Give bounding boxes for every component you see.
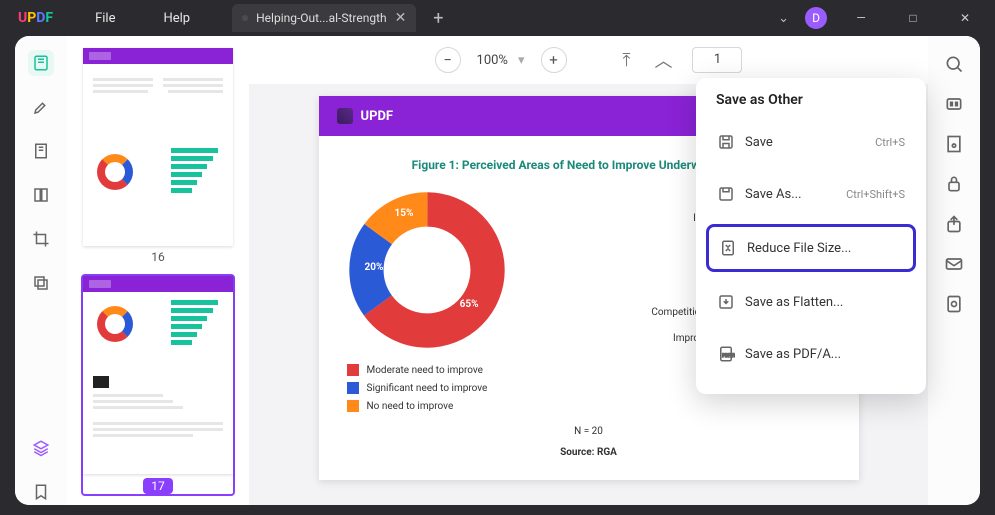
thumbnail-16[interactable]: 16	[81, 46, 235, 266]
print-icon[interactable]	[944, 294, 964, 314]
chevron-down-icon[interactable]: ⌄	[778, 11, 789, 26]
tab-close-icon[interactable]: ✕	[395, 10, 407, 26]
page-number-input[interactable]: 1	[692, 47, 742, 73]
edit-tool[interactable]	[28, 138, 54, 164]
document-tab[interactable]: Helping-Out...al-Strength ✕	[232, 4, 416, 32]
left-toolbar	[15, 36, 67, 505]
menu-file[interactable]: File	[71, 11, 139, 26]
save-as-other-panel: Save as Other SaveCtrl+S Save As...Ctrl+…	[696, 78, 926, 394]
view-toolbar: − 100%▾ + ⤒ ︿ 1	[249, 36, 928, 84]
save-as-icon	[717, 185, 735, 203]
panel-title: Save as Other	[706, 92, 916, 120]
titlebar: UPDF File Help Helping-Out...al-Strength…	[0, 0, 995, 36]
protect-icon[interactable]	[944, 174, 964, 194]
svg-text:PDF/A: PDF/A	[722, 353, 735, 359]
search-icon[interactable]	[944, 54, 964, 74]
tab-dot-icon	[242, 15, 248, 21]
compress-icon	[719, 239, 737, 257]
form-icon[interactable]	[944, 134, 964, 154]
highlight-tool[interactable]	[28, 94, 54, 120]
zoom-out-button[interactable]: −	[435, 47, 461, 73]
window-minimize-button[interactable]: —	[843, 11, 879, 25]
donut-label: 20%	[365, 262, 384, 273]
ocr-icon[interactable]	[944, 94, 964, 114]
zoom-level[interactable]: 100%▾	[477, 53, 525, 68]
save-button[interactable]: SaveCtrl+S	[706, 120, 916, 164]
thumbnail-panel: 16 17	[67, 36, 249, 505]
window-maximize-button[interactable]: □	[895, 11, 931, 25]
pdfa-icon: PDF/A	[717, 345, 735, 363]
save-as-pdfa-button[interactable]: PDF/A Save as PDF/A...	[706, 332, 916, 376]
avatar[interactable]: D	[805, 7, 827, 29]
workspace: 16 17 − 100%▾ + ⤒ ︿ 1	[15, 36, 980, 505]
tab-add-button[interactable]: +	[424, 4, 452, 32]
first-page-button[interactable]: ⤒	[619, 50, 635, 71]
share-icon[interactable]	[944, 214, 964, 234]
save-as-flatten-button[interactable]: Save as Flatten...	[706, 280, 916, 324]
crop-tool[interactable]	[28, 226, 54, 252]
reader-tool[interactable]	[28, 50, 54, 76]
copy-tool[interactable]	[28, 270, 54, 296]
layers-tool[interactable]	[28, 435, 54, 461]
bookmark-tool[interactable]	[28, 479, 54, 505]
reduce-file-size-button[interactable]: Reduce File Size...	[706, 224, 916, 272]
donut-label: 65%	[460, 299, 479, 310]
zoom-in-button[interactable]: +	[541, 47, 567, 73]
donut-label: 15%	[395, 208, 414, 219]
menu-help[interactable]: Help	[139, 11, 214, 26]
prev-page-button[interactable]: ︿	[650, 47, 676, 73]
app-logo: UPDF	[0, 10, 71, 26]
brand-label: UPDF	[361, 109, 394, 124]
window-close-button[interactable]: ✕	[947, 11, 983, 25]
organize-tool[interactable]	[28, 182, 54, 208]
thumbnail-page-number: 17	[143, 478, 173, 494]
brand-icon	[337, 108, 353, 124]
mail-icon[interactable]	[944, 254, 964, 274]
download-icon	[717, 293, 735, 311]
thumbnail-page-number: 16	[83, 250, 233, 264]
legend: Moderate need to improve Significant nee…	[347, 364, 547, 412]
save-icon	[717, 133, 735, 151]
save-as-button[interactable]: Save As...Ctrl+Shift+S	[706, 172, 916, 216]
sample-size: N = 20	[347, 426, 831, 437]
right-toolbar	[928, 36, 980, 505]
donut-chart: 65% 20% 15%	[347, 190, 507, 350]
tab-title: Helping-Out...al-Strength	[256, 11, 387, 25]
source: Source: RGA	[347, 447, 831, 458]
thumbnail-17[interactable]: 17	[81, 274, 235, 496]
